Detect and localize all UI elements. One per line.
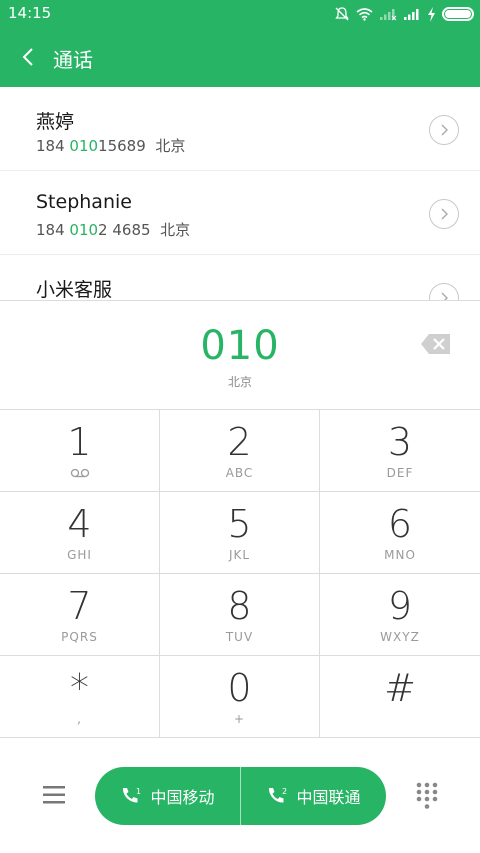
charging-icon [428, 6, 435, 22]
contact-name: 燕婷 [36, 111, 75, 133]
back-arrow-icon [22, 48, 33, 66]
number-prefix: 184 [36, 221, 70, 239]
key-letters: ABC [225, 466, 254, 480]
key-letters: MNO [384, 548, 416, 562]
status-icons [334, 3, 474, 25]
key-letters: , [77, 712, 82, 726]
contact-item[interactable]: Stephanie 184 0102 4685 北京 [0, 171, 480, 255]
number-prefix: 184 [36, 137, 70, 155]
contact-name: Stephanie [36, 191, 132, 213]
key-digit: 1 [67, 420, 92, 464]
key-letters: TUV [225, 630, 254, 644]
key-digit: 2 [227, 420, 252, 464]
dialpad-toggle-button[interactable] [410, 779, 444, 813]
sim1-label: 中国移动 [150, 788, 215, 807]
key-letters: + [233, 712, 246, 726]
key-letters: GHI [67, 548, 92, 562]
key-letters: DEF [386, 466, 414, 480]
key-1[interactable]: 1 [0, 410, 160, 492]
key-hash[interactable]: # [320, 656, 480, 738]
contact-details-button[interactable] [429, 115, 459, 145]
sim-call-buttons: 1 中国移动 2 中国联通 [95, 767, 386, 825]
app-header: 14:15 通话 [0, 0, 480, 87]
svg-text:2: 2 [282, 787, 287, 796]
status-bar: 14:15 [0, 0, 480, 28]
dialpad-icon [416, 782, 438, 809]
contact-details-button[interactable] [429, 199, 459, 229]
contact-number: 184 01015689 北京 [36, 135, 185, 156]
dial-keypad: 1 2 ABC 3 DEF 4 GHI 5 JKL 6 MNO 7 PQRS 8… [0, 409, 480, 739]
key-letters: JKL [228, 548, 251, 562]
contact-matches-list: 燕婷 184 01015689 北京 Stephanie 184 0102 46… [0, 87, 480, 300]
key-digit: 3 [387, 420, 413, 464]
title-row: 通话 [0, 28, 480, 87]
menu-button[interactable] [38, 779, 70, 811]
sim2-label: 中国联通 [296, 788, 361, 807]
key-letters: PQRS [61, 630, 98, 644]
chevron-right-icon [441, 208, 448, 220]
number-match: 010 [69, 137, 99, 155]
key-digit: * [70, 666, 89, 710]
key-digit: 6 [387, 502, 413, 546]
key-digit: 4 [67, 502, 92, 546]
dialed-location: 北京 [227, 375, 252, 389]
number-suffix: 15689 [98, 137, 146, 155]
key-digit: 9 [387, 584, 413, 628]
contact-item[interactable]: 燕婷 184 01015689 北京 [0, 87, 480, 171]
dialed-number: 010 [200, 323, 280, 369]
key-digit: 8 [227, 584, 252, 628]
phone-sim2-icon: 2 [269, 787, 288, 803]
key-star[interactable]: * , [0, 656, 160, 738]
page-title: 通话 [53, 48, 93, 72]
chevron-right-icon [441, 124, 448, 136]
bottom-action-bar: 1 中国移动 2 中国联通 [0, 739, 480, 853]
chevron-right-icon [441, 292, 448, 300]
contact-location: 北京 [160, 221, 191, 239]
key-7[interactable]: 7 PQRS [0, 574, 160, 656]
number-match: 010 [69, 221, 99, 239]
signal-2-icon [404, 9, 419, 20]
key-6[interactable]: 6 MNO [320, 492, 480, 574]
backspace-button[interactable] [420, 333, 452, 355]
key-letters: WXYZ [380, 630, 420, 644]
key-5[interactable]: 5 JKL [160, 492, 320, 574]
battery-icon [442, 7, 474, 21]
key-2[interactable]: 2 ABC [160, 410, 320, 492]
key-4[interactable]: 4 GHI [0, 492, 160, 574]
wifi-icon [356, 8, 373, 21]
contact-name: 小米客服 [36, 279, 113, 300]
status-time: 14:15 [8, 4, 52, 22]
mute-bell-icon [335, 7, 349, 21]
key-9[interactable]: 9 WXYZ [320, 574, 480, 656]
signal-1-icon [380, 9, 397, 21]
key-0[interactable]: 0 + [160, 656, 320, 738]
key-digit: 7 [67, 584, 92, 628]
back-button[interactable] [12, 40, 44, 74]
call-sim2-button[interactable]: 2 中国联通 [241, 767, 386, 825]
contact-location: 北京 [155, 137, 186, 155]
key-8[interactable]: 8 TUV [160, 574, 320, 656]
phone-sim1-icon: 1 [123, 787, 142, 803]
contact-item[interactable]: 小米客服 [0, 255, 480, 300]
voicemail-icon [70, 468, 90, 478]
svg-text:1: 1 [136, 787, 141, 796]
call-sim1-button[interactable]: 1 中国移动 [95, 767, 240, 825]
key-digit: 0 [227, 666, 252, 710]
contact-number: 184 0102 4685 北京 [36, 219, 190, 240]
backspace-icon [421, 334, 450, 354]
contact-details-button[interactable] [429, 283, 459, 300]
key-digit: 5 [227, 502, 252, 546]
menu-icon [43, 786, 65, 804]
number-suffix: 2 4685 [98, 221, 151, 239]
key-digit: # [384, 666, 416, 710]
key-3[interactable]: 3 DEF [320, 410, 480, 492]
number-display: 010 北京 [0, 301, 480, 409]
